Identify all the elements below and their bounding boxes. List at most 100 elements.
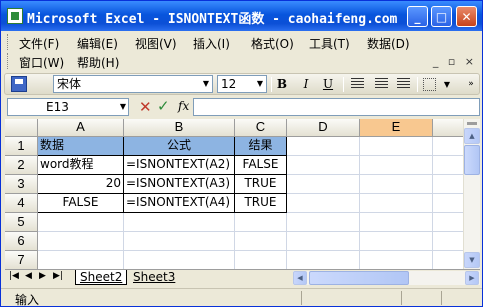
menu-edit[interactable]: 编辑(E) (77, 35, 118, 52)
menu-format[interactable]: 格式(O) (251, 35, 294, 52)
maximize-button[interactable]: □ (431, 6, 452, 27)
cell-d4[interactable] (287, 194, 360, 213)
doc-close-button[interactable]: × (465, 55, 474, 68)
cell-f6[interactable] (433, 232, 463, 251)
cell-c3[interactable]: TRUE (235, 175, 287, 194)
cell-e6[interactable] (360, 232, 433, 251)
horizontal-scrollbar[interactable]: ◀ ▶ (293, 271, 480, 285)
row-header-3[interactable]: 3 (5, 175, 38, 194)
cell-b1[interactable]: 公式 (124, 137, 235, 156)
menu-insert[interactable]: 插入(I) (193, 35, 230, 52)
cell-b6[interactable] (124, 232, 235, 251)
cell-d2[interactable] (287, 156, 360, 175)
row-header-5[interactable]: 5 (5, 213, 38, 232)
cell-e2[interactable] (360, 156, 433, 175)
bold-button[interactable]: B (273, 76, 291, 93)
name-box[interactable]: E13 ▼ (7, 98, 129, 116)
cell-e1[interactable] (360, 137, 433, 156)
row-header-4[interactable]: 4 (5, 194, 38, 213)
align-center-icon[interactable] (375, 78, 388, 89)
vertical-scrollbar[interactable]: ▲ ▼ (463, 119, 480, 269)
cell-b7[interactable] (124, 251, 235, 269)
minimize-button[interactable]: _ (407, 6, 428, 27)
cell-f1[interactable] (433, 137, 463, 156)
doc-restore-button[interactable]: ▫ (448, 55, 455, 68)
column-header-e[interactable]: E (360, 119, 433, 137)
excel-app-icon[interactable] (7, 8, 23, 24)
font-size-select[interactable]: 12 ▼ (217, 75, 267, 93)
cell-d1[interactable] (287, 137, 360, 156)
cell-d5[interactable] (287, 213, 360, 232)
scroll-up-button[interactable]: ▲ (464, 128, 480, 144)
cell-d6[interactable] (287, 232, 360, 251)
cell-e5[interactable] (360, 213, 433, 232)
sheet-tab-sheet2[interactable]: Sheet2 (75, 270, 128, 285)
column-header-d[interactable]: D (287, 119, 360, 137)
cell-d7[interactable] (287, 251, 360, 269)
menu-grip-2[interactable] (7, 53, 10, 69)
close-button[interactable]: ✕ (456, 6, 477, 27)
menu-window[interactable]: 窗口(W) (19, 54, 64, 71)
cell-b5[interactable] (124, 213, 235, 232)
align-right-icon[interactable] (397, 78, 410, 89)
doc-minimize-button[interactable]: _ (433, 55, 439, 68)
formula-input[interactable] (193, 98, 480, 116)
menu-view[interactable]: 视图(V) (135, 35, 177, 52)
cancel-icon[interactable]: ✕ (139, 98, 152, 116)
toolbar-options-icon[interactable]: » (463, 76, 479, 92)
cell-a2[interactable]: word教程 (38, 156, 124, 175)
cell-a5[interactable] (38, 213, 124, 232)
chevron-down-icon[interactable]: ▼ (120, 99, 126, 115)
prev-sheet-button[interactable]: ◀ (25, 271, 32, 281)
underline-button[interactable]: U (319, 76, 337, 93)
column-header-b[interactable]: B (124, 119, 235, 137)
column-header-c[interactable]: C (235, 119, 287, 137)
cell-a4[interactable]: FALSE (38, 194, 124, 213)
cell-f7[interactable] (433, 251, 463, 269)
enter-icon[interactable]: ✓ (157, 97, 170, 115)
next-sheet-button[interactable]: ▶ (39, 271, 46, 281)
first-sheet-button[interactable]: |◀ (9, 271, 19, 281)
cell-b3[interactable]: =ISNONTEXT(A3) (124, 175, 235, 194)
italic-button[interactable]: I (297, 76, 315, 93)
cell-e3[interactable] (360, 175, 433, 194)
row-header-6[interactable]: 6 (5, 232, 38, 251)
vertical-scroll-thumb[interactable] (464, 145, 480, 175)
menu-data[interactable]: 数据(D) (367, 35, 410, 52)
cell-c5[interactable] (235, 213, 287, 232)
cell-a1[interactable]: 数据 (38, 137, 124, 156)
insert-function-icon[interactable]: fx (178, 99, 189, 113)
column-header-a[interactable]: A (38, 119, 124, 137)
borders-icon[interactable] (423, 78, 436, 91)
cell-c4[interactable]: TRUE (235, 194, 287, 213)
cell-f3[interactable] (433, 175, 463, 194)
worksheet-grid[interactable]: A B C D E 1 2 3 4 5 6 7 数据 公式 结果 word教程 … (5, 119, 463, 269)
cell-c1[interactable]: 结果 (235, 137, 287, 156)
split-box[interactable] (467, 122, 477, 125)
menu-file[interactable]: 文件(F) (19, 35, 59, 52)
horizontal-scroll-thumb[interactable] (309, 271, 409, 285)
cell-a3[interactable]: 20 (38, 175, 124, 194)
scroll-right-button[interactable]: ▶ (465, 271, 479, 285)
cell-a6[interactable] (38, 232, 124, 251)
scroll-down-button[interactable]: ▼ (464, 252, 480, 268)
chevron-down-icon[interactable]: ▼ (439, 76, 455, 92)
row-header-2[interactable]: 2 (5, 156, 38, 175)
chevron-down-icon[interactable]: ▼ (200, 76, 212, 92)
row-header-1[interactable]: 1 (5, 137, 38, 156)
cell-c7[interactable] (235, 251, 287, 269)
cell-e7[interactable] (360, 251, 433, 269)
cell-c2[interactable]: FALSE (235, 156, 287, 175)
chevron-down-icon[interactable]: ▼ (254, 76, 266, 92)
cell-b2[interactable]: =ISNONTEXT(A2) (124, 156, 235, 175)
align-left-icon[interactable] (351, 78, 364, 89)
cell-e4[interactable] (360, 194, 433, 213)
cell-a7[interactable] (38, 251, 124, 269)
select-all-corner[interactable] (5, 119, 38, 137)
last-sheet-button[interactable]: ▶| (53, 271, 63, 281)
cell-f2[interactable] (433, 156, 463, 175)
save-icon[interactable] (11, 76, 27, 92)
cell-f4[interactable] (433, 194, 463, 213)
menu-tools[interactable]: 工具(T) (309, 35, 350, 52)
cell-b4[interactable]: =ISNONTEXT(A4) (124, 194, 235, 213)
